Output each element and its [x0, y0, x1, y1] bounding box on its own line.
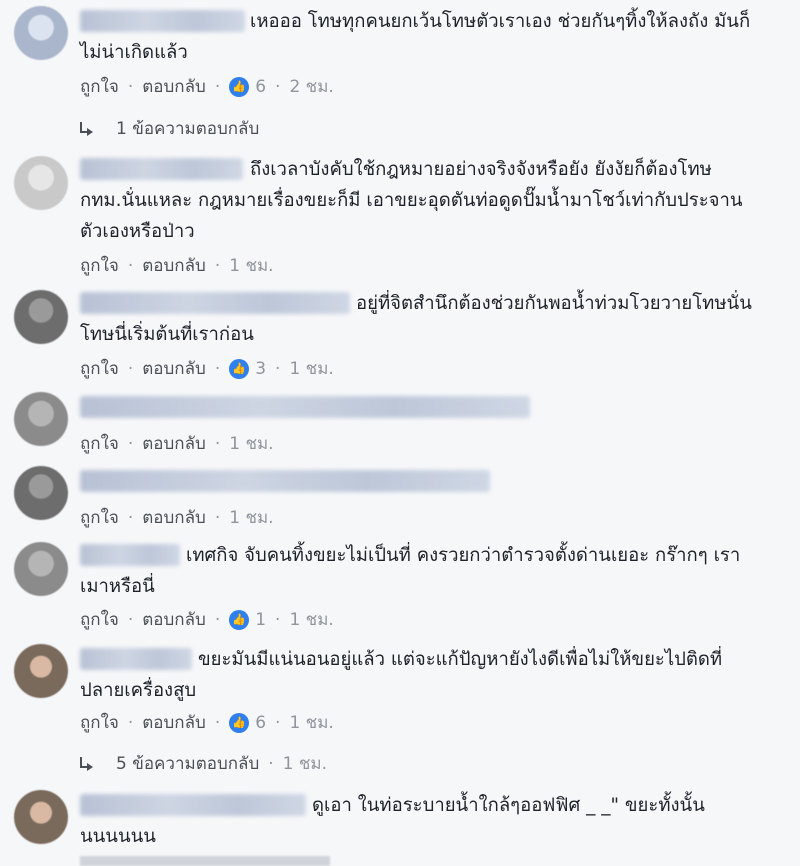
separator: ·: [268, 753, 274, 774]
timestamp[interactable]: 1 ชม.: [229, 430, 273, 457]
separator: ·: [127, 712, 134, 733]
separator: ·: [127, 609, 134, 630]
avatar[interactable]: [14, 6, 68, 60]
like-button[interactable]: ถูกใจ: [80, 73, 119, 100]
comment-text: เหอออ โทษทุกคนยกเว้นโทษตัวเราเอง ช่วยกัน…: [80, 11, 751, 63]
reply-button[interactable]: ตอบกลับ: [142, 430, 206, 457]
thumbs-up-icon[interactable]: 👍: [229, 358, 250, 379]
reply-arrow-icon: [80, 121, 94, 136]
like-button[interactable]: ถูกใจ: [80, 430, 119, 457]
like-count[interactable]: 6: [255, 713, 266, 733]
separator: ·: [214, 255, 221, 276]
separator: ·: [214, 76, 221, 97]
like-count[interactable]: 3: [255, 359, 266, 379]
like-button[interactable]: ถูกใจ: [80, 355, 119, 382]
separator: ·: [127, 358, 134, 379]
separator: ·: [214, 609, 221, 630]
reply-button[interactable]: ตอบกลับ: [142, 709, 206, 736]
avatar[interactable]: [14, 290, 68, 344]
separator: ·: [275, 609, 281, 630]
timestamp[interactable]: 1 ชม.: [289, 355, 333, 382]
like-count[interactable]: 1: [255, 610, 266, 630]
like-button[interactable]: ถูกใจ: [80, 709, 119, 736]
comment-text: ดูเอา ในท่อระบายน้ำใกล้ๆออฟฟิศ _ _" ขยะท…: [80, 795, 705, 847]
comment-actions: ถูกใจ · ตอบกลับ · 1 ชม.: [80, 430, 274, 457]
comment-actions: ถูกใจ · ตอบกลับ · 👍 6 · 1 ชม.: [80, 709, 334, 736]
comment-text: อยู่ที่จิตสำนึกต้องช่วยกันพอน้ำท่วมโวยวา…: [80, 293, 752, 345]
comment-actions: ถูกใจ · ตอบกลับ · 👍 1 · 1 ชม.: [80, 606, 334, 633]
comment-text: ถึงเวลาบังคับใช้กฎหมายอย่างจริงจังหรือยั…: [80, 159, 743, 242]
reply-arrow-icon: [80, 756, 94, 771]
replies-count[interactable]: 1 ข้อความตอบกลับ: [116, 115, 259, 142]
timestamp[interactable]: 1 ชม.: [289, 709, 333, 736]
view-replies[interactable]: 1 ข้อความตอบกลับ: [80, 115, 259, 142]
separator: ·: [127, 433, 134, 454]
comment-actions: ถูกใจ · ตอบกลับ · 👍 6 · 2 ชม.: [80, 73, 334, 100]
timestamp[interactable]: 1 ชม.: [289, 606, 333, 633]
separator: ·: [214, 507, 221, 528]
attachment-preview[interactable]: [80, 856, 330, 866]
separator: ·: [214, 358, 221, 379]
avatar[interactable]: [14, 392, 68, 446]
avatar[interactable]: [14, 466, 68, 520]
reply-button[interactable]: ตอบกลับ: [142, 504, 206, 531]
timestamp[interactable]: 2 ชม.: [289, 73, 333, 100]
commenter-name[interactable]: [80, 470, 490, 492]
separator: ·: [275, 712, 281, 733]
replies-count[interactable]: 5 ข้อความตอบกลับ: [116, 750, 259, 777]
avatar[interactable]: [14, 790, 68, 844]
reply-button[interactable]: ตอบกลับ: [142, 73, 206, 100]
like-count[interactable]: 6: [255, 77, 266, 97]
avatar[interactable]: [14, 156, 68, 210]
avatar[interactable]: [14, 542, 68, 596]
separator: ·: [127, 507, 134, 528]
separator: ·: [275, 358, 281, 379]
thumbs-up-icon[interactable]: 👍: [229, 76, 250, 97]
timestamp[interactable]: 1 ชม.: [229, 504, 273, 531]
like-button[interactable]: ถูกใจ: [80, 504, 119, 531]
thumbs-up-icon[interactable]: 👍: [229, 712, 250, 733]
reply-button[interactable]: ตอบกลับ: [142, 355, 206, 382]
commenter-name[interactable]: [80, 396, 530, 418]
separator: ·: [275, 76, 281, 97]
replies-timestamp[interactable]: 1 ชม.: [283, 750, 327, 777]
separator: ·: [214, 433, 221, 454]
avatar[interactable]: [14, 644, 68, 698]
separator: ·: [127, 76, 134, 97]
comment-text: ขยะมันมีแน่นอนอยู่แล้ว แต่จะแก้ปัญหายังไ…: [80, 649, 723, 701]
reply-button[interactable]: ตอบกลับ: [142, 606, 206, 633]
comment-actions: ถูกใจ · ตอบกลับ · 👍 3 · 1 ชม.: [80, 355, 334, 382]
separator: ·: [127, 255, 134, 276]
view-replies[interactable]: 5 ข้อความตอบกลับ · 1 ชม.: [80, 750, 327, 777]
comment-actions: ถูกใจ · ตอบกลับ · 1 ชม.: [80, 504, 274, 531]
reply-button[interactable]: ตอบกลับ: [142, 252, 206, 279]
separator: ·: [214, 712, 221, 733]
comment-text: เทศกิจ จับคนทิ้งขยะไม่เป็นที่ คงรวยกว่าต…: [80, 545, 741, 597]
comment-actions: ถูกใจ · ตอบกลับ · 1 ชม.: [80, 252, 274, 279]
like-button[interactable]: ถูกใจ: [80, 252, 119, 279]
thumbs-up-icon[interactable]: 👍: [229, 609, 250, 630]
like-button[interactable]: ถูกใจ: [80, 606, 119, 633]
timestamp[interactable]: 1 ชม.: [229, 252, 273, 279]
